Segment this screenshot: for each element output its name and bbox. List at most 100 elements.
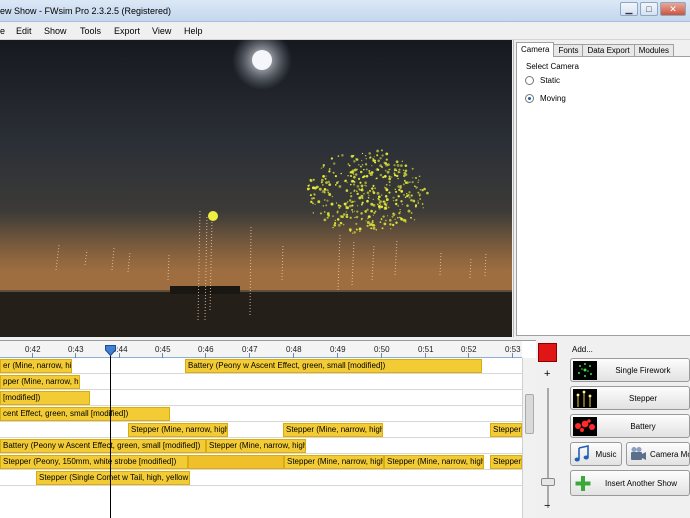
burst-particle — [414, 176, 418, 180]
burst-particle — [347, 163, 350, 165]
burst-particle — [313, 186, 317, 190]
burst-particle — [356, 229, 358, 231]
burst-particle — [319, 212, 323, 215]
burst-particle — [385, 204, 388, 207]
burst-particle — [411, 181, 414, 184]
add-camera-movement-button[interactable]: Camera Mo — [626, 442, 690, 466]
burst-particle — [404, 173, 408, 176]
zoom-out-icon[interactable]: − — [544, 500, 550, 512]
burst-particle — [413, 218, 416, 221]
burst-particle — [345, 215, 349, 219]
insert-another-show-button[interactable]: Insert Another Show — [570, 470, 690, 496]
timeline-clip[interactable] — [188, 455, 284, 469]
timeline-clip[interactable]: cent Effect, green, small [modified]) — [0, 407, 170, 421]
timeline-track: Stepper (Single Comet w Tail, high, yell… — [0, 470, 522, 486]
burst-particle — [359, 189, 361, 191]
add-single-firework-button[interactable]: Single Firework — [570, 358, 690, 382]
burst-particle — [376, 177, 378, 180]
burst-particle — [366, 199, 369, 203]
add-battery-button[interactable]: Battery — [570, 414, 690, 438]
menu-export[interactable]: Export — [114, 26, 140, 36]
burst-particle — [404, 196, 407, 199]
timeline-clip[interactable]: Stepper (I — [490, 455, 522, 469]
burst-particle — [385, 158, 388, 161]
burst-particle — [351, 208, 354, 211]
close-icon[interactable]: ✕ — [660, 2, 686, 16]
timeline-clip[interactable]: Stepper (Peony, 150mm, white strobe [mod… — [0, 455, 188, 469]
burst-particle — [385, 219, 387, 222]
burst-particle — [372, 198, 374, 201]
add-battery-label: Battery — [630, 421, 656, 431]
menu-tools[interactable]: Tools — [80, 26, 101, 36]
menu-file[interactable]: e — [0, 26, 5, 36]
tab-camera[interactable]: Camera — [516, 42, 555, 57]
burst-particle — [395, 190, 398, 193]
zoom-slider-thumb[interactable] — [541, 478, 555, 486]
burst-particle — [369, 174, 372, 176]
timeline-clip[interactable]: Stepper (Mine, narrow, high — [206, 439, 306, 453]
burst-particle — [388, 191, 391, 194]
burst-particle — [320, 178, 324, 182]
burst-particle — [349, 174, 353, 178]
timeline-clip[interactable]: Battery (Peony w Ascent Effect, green, s… — [185, 359, 482, 373]
camera-option-static[interactable]: Static — [525, 76, 560, 85]
burst-particle — [359, 170, 363, 174]
add-music-button[interactable]: Music — [570, 442, 622, 466]
timeline-clip[interactable]: Stepper (Mine, narrow, high — [284, 455, 384, 469]
burst-particle — [368, 194, 370, 196]
burst-particle — [344, 179, 347, 182]
radio-moving[interactable] — [525, 94, 534, 103]
radio-static[interactable] — [525, 76, 534, 85]
burst-particle — [377, 198, 381, 201]
burst-particle — [398, 188, 401, 192]
timeline-clip[interactable]: pper (Mine, narrow, high — [0, 375, 80, 389]
menu-help[interactable]: Help — [184, 26, 203, 36]
burst-particle — [400, 190, 404, 193]
minimize-icon[interactable]: ▁ — [620, 2, 638, 16]
simulation-viewport[interactable] — [0, 40, 512, 337]
burst-particle — [377, 159, 380, 162]
camera-option-moving[interactable]: Moving — [525, 94, 566, 103]
burst-particle — [376, 168, 379, 170]
burst-particle — [353, 200, 356, 203]
menu-show[interactable]: Show — [44, 26, 67, 36]
playhead-marker-icon[interactable] — [105, 345, 116, 356]
burst-particle — [334, 184, 337, 186]
burst-particle — [312, 178, 315, 181]
record-button[interactable] — [538, 343, 557, 362]
burst-particle — [343, 202, 347, 206]
timeline-scrollbar[interactable] — [522, 358, 536, 518]
timeline-clip[interactable]: er (Mine, narrow, high — [0, 359, 72, 373]
timeline-clip[interactable]: Stepper (Mine, narrow, high — [384, 455, 484, 469]
burst-particle — [383, 161, 386, 165]
burst-particle — [386, 215, 389, 217]
burst-particle — [361, 201, 364, 204]
burst-particle — [356, 210, 359, 213]
burst-particle — [412, 177, 414, 179]
timeline[interactable]: 0:42 0:43 0:44 0:45 0:46 0:47 0:48 0:49 … — [0, 340, 536, 518]
timeline-scrollbar-thumb[interactable] — [525, 394, 534, 434]
timeline-clip[interactable]: Stepper (Single Comet w Tail, high, yell… — [36, 471, 190, 485]
playhead-line[interactable] — [110, 345, 111, 518]
burst-particle — [322, 163, 325, 167]
menu-view[interactable]: View — [152, 26, 171, 36]
zoom-slider-track[interactable] — [547, 388, 549, 508]
burst-particle — [373, 156, 375, 158]
zoom-in-icon[interactable]: + — [544, 368, 550, 380]
maximize-icon[interactable]: □ — [640, 2, 658, 16]
add-stepper-label: Stepper — [628, 393, 658, 403]
burst-particle — [326, 213, 330, 217]
burst-particle — [324, 177, 327, 180]
burst-particle — [351, 204, 354, 207]
menu-edit[interactable]: Edit — [16, 26, 32, 36]
camera-tab-body: Select Camera Static Moving — [516, 56, 690, 336]
burst-particle — [370, 171, 374, 174]
timeline-clip[interactable]: [modified]) — [0, 391, 90, 405]
add-stepper-button[interactable]: Stepper — [570, 386, 690, 410]
timeline-clip[interactable]: Stepper (Mine, narrow, high — [283, 423, 383, 437]
burst-particle — [415, 186, 418, 189]
timeline-clip[interactable]: Stepper (Mine, narrow, high — [128, 423, 228, 437]
timeline-clip[interactable]: Battery (Peony w Ascent Effect, green, s… — [0, 439, 206, 453]
timeline-clip[interactable]: Stepper (Mine, narrow, high — [490, 423, 522, 437]
time-ruler[interactable]: 0:42 0:43 0:44 0:45 0:46 0:47 0:48 0:49 … — [0, 341, 522, 358]
